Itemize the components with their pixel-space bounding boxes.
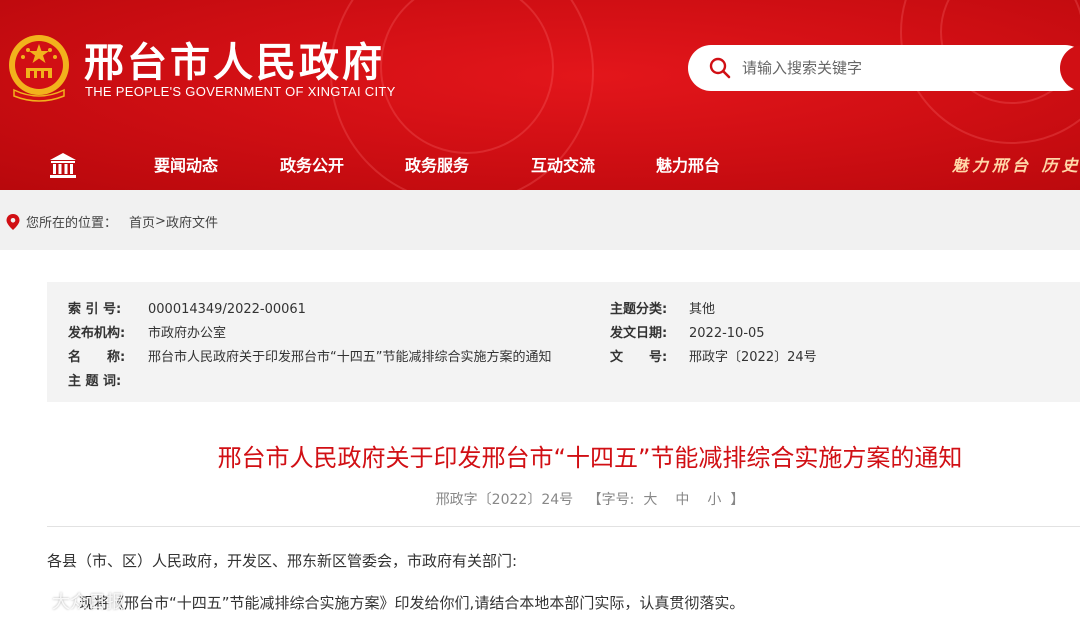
info-publisher-value: 市政府办公室 bbox=[148, 326, 227, 341]
font-size-open: 【字号: bbox=[587, 492, 635, 508]
search-button[interactable] bbox=[1060, 45, 1080, 91]
info-name-value: 邢台市人民政府关于印发邢台市“十四五”节能减排综合实施方案的通知 bbox=[148, 350, 552, 365]
nav-item-news[interactable]: 要闻动态 bbox=[154, 152, 218, 176]
location-pin-icon bbox=[6, 213, 20, 230]
watermark-logo-icon bbox=[10, 590, 45, 611]
breadcrumb-label: 您所在的位置： bbox=[26, 216, 118, 231]
info-docno-label: 文 号: bbox=[610, 350, 668, 365]
info-name-label: 名 称: bbox=[68, 350, 126, 365]
search-input[interactable] bbox=[740, 58, 1044, 78]
font-size-large-button[interactable]: 大 bbox=[643, 492, 657, 508]
nav-slogan: 魅力邢台 历史... bbox=[952, 156, 1080, 175]
article-title: 邢台市人民政府关于印发邢台市“十四五”节能减排综合实施方案的通知 bbox=[217, 444, 963, 472]
info-name-row: 名 称: 邢台市人民政府关于印发邢台市“十四五”节能减排综合实施方案的通知 bbox=[68, 346, 551, 365]
font-size-small-button[interactable]: 小 bbox=[707, 492, 721, 508]
breadcrumb-bar: 您所在的位置： 首页 > 政府文件 bbox=[0, 190, 1080, 250]
site-subtitle: THE PEOPLE'S GOVERNMENT OF XINGTAI CITY bbox=[85, 84, 396, 99]
info-date-row: 发文日期: 2022-10-05 bbox=[610, 322, 765, 341]
info-docno-value: 邢政字〔2022〕24号 bbox=[689, 350, 817, 365]
info-publisher-label: 发布机构: bbox=[68, 326, 126, 341]
watermark-text: 大众日报 bbox=[52, 592, 124, 613]
home-icon[interactable] bbox=[49, 152, 77, 178]
nav-item-gov-services[interactable]: 政务服务 bbox=[405, 152, 469, 176]
font-size-close: 】 bbox=[730, 492, 745, 508]
article-meta: 邢政字〔2022〕24号 【字号: 大 中 小】 bbox=[0, 489, 1080, 509]
search-icon[interactable] bbox=[708, 56, 732, 80]
info-publisher-row: 发布机构: 市政府办公室 bbox=[68, 322, 226, 341]
national-emblem-icon bbox=[9, 35, 69, 102]
info-index-label: 索 引 号: bbox=[68, 302, 122, 317]
breadcrumb-separator: > bbox=[155, 214, 166, 229]
nav-item-charm-xingtai[interactable]: 魅力邢台 bbox=[656, 152, 720, 176]
article-divider bbox=[47, 526, 1080, 527]
info-keywords-label: 主 题 词: bbox=[68, 374, 122, 389]
breadcrumb-home-link[interactable]: 首页 bbox=[129, 212, 155, 231]
article-paragraph: 各县（市、区）人民政府，开发区、邢东新区管委会，市政府有关部门: bbox=[47, 552, 518, 570]
search-box bbox=[688, 45, 1080, 91]
info-category-row: 主题分类: 其他 bbox=[610, 298, 715, 317]
info-category-value: 其他 bbox=[689, 302, 716, 317]
document-info-box: 索 引 号: 000014349/2022-00061 发布机构: 市政府办公室 名… bbox=[47, 282, 1080, 402]
article-doc-number: 邢政字〔2022〕24号 bbox=[435, 492, 574, 508]
nav-item-interaction[interactable]: 互动交流 bbox=[531, 152, 595, 176]
breadcrumb: 您所在的位置： 首页 > 政府文件 bbox=[6, 212, 218, 231]
info-index-row: 索 引 号: 000014349/2022-00061 bbox=[68, 298, 306, 317]
breadcrumb-current-link[interactable]: 政府文件 bbox=[166, 212, 218, 231]
info-docno-row: 文 号: 邢政字〔2022〕24号 bbox=[610, 346, 817, 365]
watermark: 大众日报 bbox=[8, 588, 124, 614]
info-index-value: 000014349/2022-00061 bbox=[148, 302, 306, 317]
article-paragraph: 现将《邢台市“十四五”节能减排综合实施方案》印发给你们,请结合本地本部门实际，认… bbox=[79, 594, 745, 612]
main-nav: 要闻动态 政务公开 政务服务 互动交流 魅力邢台 魅力邢台 历史... bbox=[0, 138, 1080, 190]
info-category-label: 主题分类: bbox=[610, 302, 668, 317]
info-keywords-row: 主 题 词: bbox=[68, 370, 148, 389]
info-date-label: 发文日期: bbox=[610, 326, 668, 341]
nav-item-gov-affairs-open[interactable]: 政务公开 bbox=[280, 152, 344, 176]
font-size-medium-button[interactable]: 中 bbox=[675, 492, 689, 508]
site-title: 邢台市人民政府 bbox=[84, 40, 385, 86]
info-date-value: 2022-10-05 bbox=[689, 326, 765, 341]
site-header: 邢台市人民政府 THE PEOPLE'S GOVERNMENT OF XINGT… bbox=[0, 0, 1080, 190]
